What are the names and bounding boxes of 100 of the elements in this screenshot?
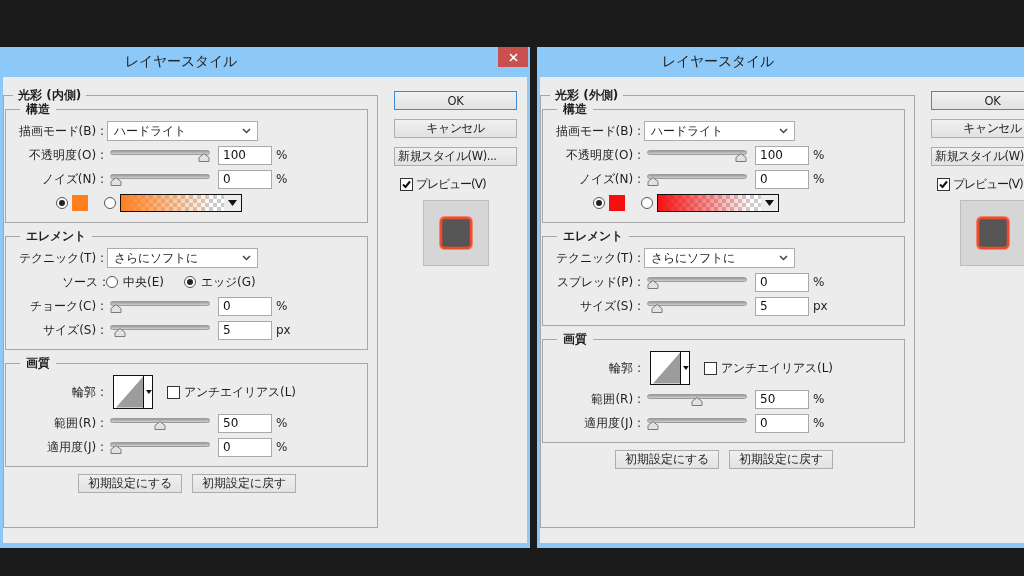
field-label: サイズ(S) :	[579, 297, 641, 315]
field-label: スプレッド(P) :	[555, 273, 641, 291]
dropdown-arrow-icon	[683, 366, 689, 370]
number-field[interactable]: 0	[755, 413, 809, 433]
dialog-button[interactable]: OK	[931, 91, 1024, 110]
radio-label: エッジ(G)	[200, 273, 256, 291]
slider-thumb[interactable]	[110, 177, 122, 186]
number-field[interactable]: 0	[755, 169, 809, 189]
slider[interactable]	[110, 416, 210, 430]
number-field[interactable]: 0	[755, 272, 809, 292]
field-label: ノイズ(N) :	[40, 170, 104, 188]
checkbox[interactable]	[704, 361, 717, 375]
slider-thumb[interactable]	[651, 304, 664, 313]
slider-thumb[interactable]	[735, 153, 747, 162]
number-field[interactable]: 0	[218, 296, 272, 316]
dropdown[interactable]: ハードライト	[644, 121, 795, 141]
color-swatch[interactable]	[609, 195, 625, 211]
field-label: 輪郭 :	[608, 359, 641, 377]
slider[interactable]	[647, 172, 747, 186]
unit-label: %	[276, 299, 288, 313]
group-title: 光彩 (外側)	[554, 88, 620, 102]
group-title: エレメント	[562, 229, 624, 243]
radio-button[interactable]	[104, 197, 116, 209]
number-field[interactable]: 50	[218, 413, 272, 433]
dialog-button[interactable]: 新規スタイル(W)...	[394, 147, 517, 166]
number-field[interactable]: 100	[218, 145, 272, 165]
slider-thumb[interactable]	[110, 304, 122, 313]
dialog-button[interactable]: OK	[394, 91, 517, 110]
field-label: 範囲(R) :	[590, 390, 641, 408]
dialog-button[interactable]: 新規スタイル(W)	[931, 147, 1024, 166]
slider-thumb[interactable]	[647, 421, 659, 430]
slider[interactable]	[647, 148, 747, 162]
slider[interactable]	[110, 148, 210, 162]
reset-button[interactable]: 初期設定に戻す	[191, 474, 296, 493]
gradient-picker[interactable]	[657, 194, 779, 212]
checkbox[interactable]	[400, 178, 413, 191]
radio-button[interactable]	[106, 276, 118, 288]
radio-button[interactable]	[183, 276, 196, 288]
field-label: 描画モード(B) :	[554, 122, 641, 140]
number-field[interactable]: 100	[755, 145, 809, 165]
chevron-icon	[779, 128, 788, 134]
reset-button[interactable]: 初期設定に戻す	[728, 450, 833, 469]
field-label: 適用度(J) :	[46, 438, 104, 456]
slider-thumb[interactable]	[647, 280, 659, 289]
unit-label: %	[813, 392, 825, 406]
unit-label: %	[276, 416, 288, 430]
slider[interactable]	[647, 416, 747, 430]
close-button[interactable]	[498, 47, 528, 67]
number-field[interactable]: 5	[755, 296, 809, 316]
number-field[interactable]: 5	[218, 320, 272, 340]
field-label: 輪郭 :	[71, 383, 104, 401]
group-title: 光彩 (内側)	[17, 88, 83, 102]
unit-label: %	[276, 148, 288, 162]
window-title: レイヤースタイル	[662, 53, 774, 71]
group-title: 画質	[562, 332, 588, 346]
field-label: テクニック(T) :	[555, 249, 641, 267]
number-field[interactable]: 0	[218, 437, 272, 457]
unit-label: px	[813, 299, 828, 313]
slider-thumb[interactable]	[154, 421, 166, 430]
field-label: ソース :	[61, 273, 106, 291]
gradient-picker[interactable]	[120, 194, 242, 212]
field-label: チョーク(C) :	[29, 297, 104, 315]
slider-thumb[interactable]	[691, 397, 703, 406]
checkbox[interactable]	[167, 385, 180, 399]
radio-button[interactable]	[593, 197, 605, 209]
group-title: 構造	[562, 102, 588, 116]
checkbox-label: プレビュー(V)	[416, 176, 486, 193]
radio-button[interactable]	[56, 197, 68, 209]
group-title: エレメント	[25, 229, 87, 243]
slider-thumb[interactable]	[647, 177, 659, 186]
field-label: 不透明度(O) :	[28, 146, 104, 164]
slider[interactable]	[110, 440, 210, 454]
dialog-button[interactable]: キャンセル	[394, 119, 517, 138]
field-label: 適用度(J) :	[583, 414, 641, 432]
dropdown[interactable]: ハードライト	[107, 121, 258, 141]
reset-button[interactable]: 初期設定にする	[614, 450, 719, 469]
contour-picker[interactable]	[113, 375, 153, 409]
dialog-button[interactable]: キャンセル	[931, 119, 1024, 138]
dropdown-arrow-icon	[146, 390, 152, 394]
preview-thumbnail	[959, 200, 1024, 266]
number-field[interactable]: 0	[218, 169, 272, 189]
field-label: 不透明度(O) :	[565, 146, 641, 164]
slider[interactable]	[110, 323, 210, 337]
color-swatch[interactable]	[72, 195, 88, 211]
number-field[interactable]: 50	[755, 389, 809, 409]
slider-thumb[interactable]	[110, 445, 122, 454]
slider[interactable]	[647, 392, 747, 406]
contour-picker[interactable]	[650, 351, 690, 385]
slider[interactable]	[110, 172, 210, 186]
slider[interactable]	[110, 299, 210, 313]
slider[interactable]	[647, 299, 747, 313]
field-label: ノイズ(N) :	[577, 170, 641, 188]
reset-button[interactable]: 初期設定にする	[77, 474, 182, 493]
slider[interactable]	[647, 275, 747, 289]
dropdown[interactable]: さらにソフトに	[107, 248, 258, 268]
slider-thumb[interactable]	[114, 328, 127, 337]
checkbox[interactable]	[937, 178, 950, 191]
slider-thumb[interactable]	[198, 153, 210, 162]
radio-button[interactable]	[641, 197, 653, 209]
dropdown[interactable]: さらにソフトに	[644, 248, 795, 268]
